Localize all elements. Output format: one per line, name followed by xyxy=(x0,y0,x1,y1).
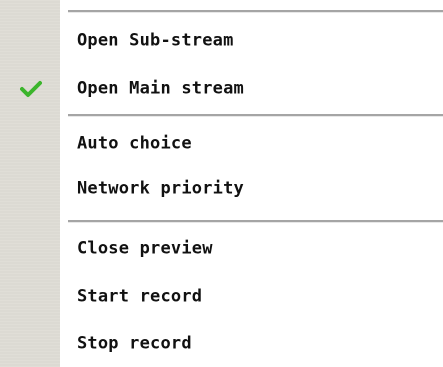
menu-item-label: Close preview xyxy=(77,238,213,259)
menu-item-label: Stop record xyxy=(77,333,192,354)
menu-item-label: Open Main stream xyxy=(77,78,244,99)
menu-separator xyxy=(68,10,443,13)
menu-item-stop-record[interactable]: Stop record xyxy=(0,326,443,362)
menu-item-auto-choice[interactable]: Auto choice xyxy=(0,126,443,162)
context-menu: Open Sub-stream Open Main stream Auto ch… xyxy=(0,0,443,367)
menu-separator xyxy=(68,114,443,117)
menu-item-open-sub-stream[interactable]: Open Sub-stream xyxy=(0,23,443,59)
checkmark-icon xyxy=(20,81,42,97)
menu-item-label: Open Sub-stream xyxy=(77,30,234,51)
menu-item-label: Start record xyxy=(77,286,203,307)
menu-item-close-preview[interactable]: Close preview xyxy=(0,231,443,267)
menu-item-label: Auto choice xyxy=(77,133,192,154)
menu-item-start-record[interactable]: Start record xyxy=(0,279,443,315)
menu-item-network-priority[interactable]: Network priority xyxy=(0,171,443,207)
menu-separator xyxy=(68,220,443,223)
menu-item-open-main-stream[interactable]: Open Main stream xyxy=(0,71,443,107)
menu-item-label: Network priority xyxy=(77,178,244,199)
